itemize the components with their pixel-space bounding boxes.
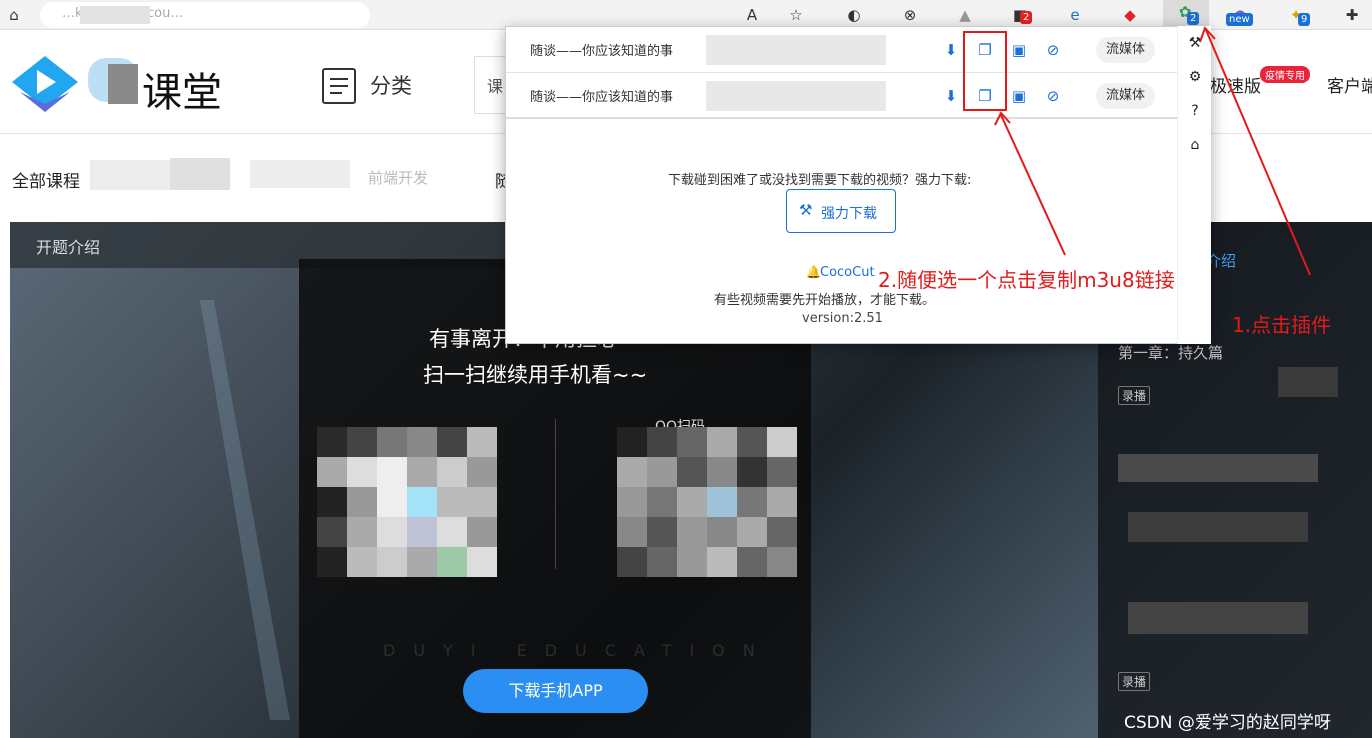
address-bar[interactable]: …ke.qq.com/cou… xyxy=(40,2,370,28)
nav-blur-2 xyxy=(170,158,230,190)
speed-version-link[interactable]: 极速版 xyxy=(1210,72,1261,97)
cococut-link[interactable]: CocoCut xyxy=(820,265,875,280)
modal-divider xyxy=(555,419,556,569)
extension-new-badge: new xyxy=(1226,13,1253,26)
nav-item-mid[interactable]: 前端开发 xyxy=(368,167,428,188)
cococut-popup: 随谈——你应该知道的事 ⬇ ❐ ▣ ⊘ 流媒体 随谈——你应该知道的事 ⬇ ❐ … xyxy=(505,26,1211,344)
extension-tri-icon[interactable]: ▲ xyxy=(953,3,977,27)
site-logo-icon[interactable] xyxy=(10,52,80,114)
wechat-qr-code xyxy=(317,427,497,577)
stream-pill[interactable]: 流媒体 xyxy=(1096,37,1156,63)
csdn-watermark: CSDN @爱学习的赵同学呀 xyxy=(1124,713,1331,733)
extension-ie-icon[interactable]: e xyxy=(1063,3,1087,27)
modal-line2: 扫一扫继续用手机看~~ xyxy=(423,363,648,387)
extension-nine-badge: 9 xyxy=(1298,13,1311,26)
hammer-icon: ⚒ xyxy=(799,201,813,219)
block-icon[interactable]: ⊘ xyxy=(1042,85,1064,107)
home-icon[interactable]: ⌂ xyxy=(2,3,26,27)
qq-qr-code xyxy=(617,427,797,577)
stream-pill[interactable]: 流媒体 xyxy=(1096,83,1156,109)
epidemic-badge: 疫情专用 xyxy=(1260,66,1310,83)
force-download-label: 强力下载 xyxy=(821,206,877,222)
nav-blur-3 xyxy=(250,160,350,188)
side-blur-3 xyxy=(1128,512,1308,542)
url-blur xyxy=(80,6,150,24)
brand-name[interactable]: 课堂 xyxy=(142,60,222,118)
cococut-badge: 2 xyxy=(1187,12,1200,25)
home-icon[interactable]: ⌂ xyxy=(1186,136,1204,154)
download-icon[interactable]: ⬇ xyxy=(940,85,962,107)
video-title: 随谈——你应该知道的事 xyxy=(530,90,674,105)
lesson-tag-1: 录播 xyxy=(1118,386,1151,405)
download-icon[interactable]: ⬇ xyxy=(940,39,962,61)
force-download-hint: 下载碰到困难了或没找到需要下载的视频？强力下载: xyxy=(668,173,972,188)
search-placeholder: 课 xyxy=(487,77,504,96)
extension-badge-count: 2 xyxy=(1020,11,1033,24)
read-aloud-icon[interactable]: A xyxy=(740,3,764,27)
nav-all-courses[interactable]: 全部课程 xyxy=(12,167,80,192)
extension-shield-icon[interactable]: ◐ xyxy=(842,3,866,27)
chapter-title: 第一章：持久篇 xyxy=(1118,344,1224,362)
watermark-text: DUYI EDUCATION xyxy=(383,641,773,660)
intro-tab[interactable]: 开题介绍 xyxy=(36,234,100,258)
title-blur xyxy=(706,81,886,111)
lesson-tag-2: 录播 xyxy=(1118,672,1151,691)
side-blur-4 xyxy=(1128,602,1308,634)
settings-icon[interactable]: ⚙ xyxy=(1186,68,1204,86)
brand-blur-2 xyxy=(108,64,138,104)
title-blur xyxy=(706,35,886,65)
help-icon[interactable]: ? xyxy=(1186,102,1204,120)
annotation-step2: 2.随便选一个点击复制m3u8链接 xyxy=(878,268,1175,292)
category-label[interactable]: 分类 xyxy=(370,70,412,100)
bell-icon: 🔔 xyxy=(806,265,821,279)
client-link[interactable]: 客户端 xyxy=(1327,72,1372,97)
extension-dice-icon[interactable]: ◆ xyxy=(1118,3,1142,27)
side-blur-1 xyxy=(1278,367,1338,397)
copy-highlight-box xyxy=(963,31,1007,111)
force-download-button[interactable]: ⚒ 强力下载 xyxy=(786,189,896,233)
category-icon[interactable] xyxy=(322,68,356,104)
version-label: version:2.51 xyxy=(802,311,883,326)
favorite-add-icon[interactable]: ☆ xyxy=(784,3,808,27)
extension-link-icon[interactable]: ⊗ xyxy=(898,3,922,27)
video-row: 随谈——你应该知道的事 ⬇ ❐ ▣ ⊘ 流媒体 xyxy=(506,27,1178,73)
nav-blur-1 xyxy=(90,160,170,190)
annotation-step1: 1.点击插件 xyxy=(1232,313,1332,337)
block-icon[interactable]: ⊘ xyxy=(1042,39,1064,61)
popup-side-toolbar: ⚒ ⚙ ? ⌂ xyxy=(1177,26,1211,344)
video-row: 随谈——你应该知道的事 ⬇ ❐ ▣ ⊘ 流媒体 xyxy=(506,73,1178,119)
side-blur-2 xyxy=(1118,454,1318,482)
light-beam xyxy=(200,300,290,720)
video-file-icon[interactable]: ▣ xyxy=(1008,39,1030,61)
extensions-puzzle-icon[interactable]: ✚ xyxy=(1340,3,1364,27)
video-file-icon[interactable]: ▣ xyxy=(1008,85,1030,107)
video-title: 随谈——你应该知道的事 xyxy=(530,44,674,59)
download-app-button[interactable]: 下载手机APP xyxy=(463,669,648,713)
hammer-tool-icon[interactable]: ⚒ xyxy=(1186,34,1204,52)
